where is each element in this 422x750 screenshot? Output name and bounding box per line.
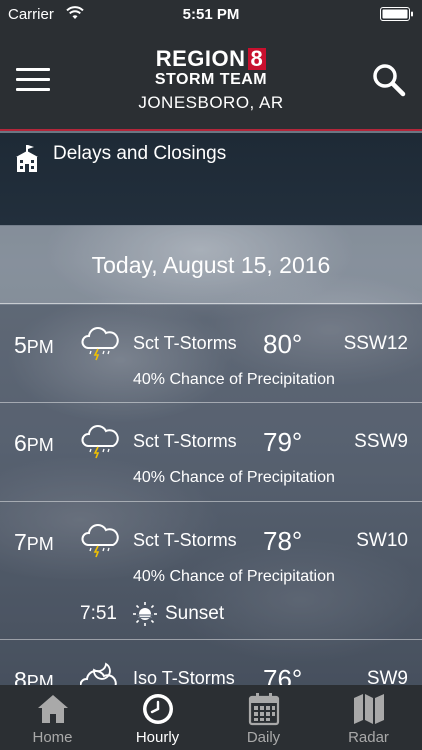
wind-value: SSW12: [343, 333, 408, 354]
tab-hourly[interactable]: Hourly: [105, 685, 210, 750]
precipitation-chance: 40% Chance of Precipitation: [133, 371, 335, 388]
hour-label: 5PM: [14, 332, 54, 358]
temperature-value: 80°: [263, 329, 303, 359]
search-icon[interactable]: [372, 63, 406, 97]
temperature-value: 78°: [263, 526, 303, 556]
region8-logo: REGION 8 STORM TEAM: [0, 48, 422, 89]
condition-label: Sct T-Storms: [133, 431, 237, 451]
hour-label: 7PM: [14, 529, 54, 555]
logo-number: 8: [247, 48, 267, 70]
hourly-list: 5PM Sct T-Storms 80° SSW12 40% Chance of…: [0, 305, 422, 700]
delays-label: Delays and Closings: [53, 143, 227, 164]
tab-home-label: Home: [32, 729, 73, 746]
tab-radar-label: Radar: [348, 729, 389, 746]
delays-and-closings-banner[interactable]: Delays and Closings: [0, 133, 422, 225]
wind-value: SSW9: [354, 431, 408, 452]
thunderstorm-cloud-icon: [81, 327, 119, 361]
hourly-row[interactable]: 7PM Sct T-Storms 78° SW10 40% Chance of …: [0, 502, 422, 640]
tab-bar: Home Hourly Daily Radar: [0, 685, 422, 750]
calendar-icon: [248, 693, 280, 726]
tab-hourly-label: Hourly: [135, 729, 180, 746]
condition-label: Sct T-Storms: [133, 530, 237, 550]
sunset-label: Sunset: [165, 603, 225, 624]
clock-icon: [143, 694, 173, 724]
date-header: Today, August 15, 2016: [0, 226, 422, 304]
school-icon: [16, 145, 38, 172]
hourly-row[interactable]: 6PM Sct T-Storms 79° SSW9 40% Chance of …: [0, 403, 422, 502]
tab-daily[interactable]: Daily: [211, 685, 316, 750]
sunset-time: 7:51: [80, 603, 117, 624]
logo-region-text: REGION: [155, 46, 246, 71]
battery-icon: [380, 7, 413, 21]
precipitation-chance: 40% Chance of Precipitation: [133, 568, 335, 585]
precipitation-chance: 40% Chance of Precipitation: [133, 469, 335, 486]
status-bar: Carrier 5:51 PM: [0, 0, 422, 30]
tab-daily-label: Daily: [246, 729, 281, 746]
wind-value: SW10: [356, 530, 408, 551]
sunset-icon: [133, 602, 157, 626]
hourly-row[interactable]: 5PM Sct T-Storms 80° SSW12 40% Chance of…: [0, 305, 422, 403]
logo-subtitle: STORM TEAM: [154, 71, 268, 88]
thunderstorm-cloud-icon: [81, 524, 119, 558]
app-header: REGION 8 STORM TEAM JONESBORO, AR: [0, 30, 422, 131]
temperature-value: 79°: [263, 427, 303, 457]
tab-home[interactable]: Home: [0, 685, 105, 750]
map-icon: [354, 694, 384, 724]
thunderstorm-cloud-icon: [81, 425, 119, 459]
location-label: JONESBORO, AR: [138, 93, 284, 112]
hour-label: 6PM: [14, 430, 54, 456]
condition-label: Sct T-Storms: [133, 333, 237, 353]
tab-radar[interactable]: Radar: [316, 685, 421, 750]
status-time: 5:51 PM: [182, 6, 240, 23]
home-icon: [38, 695, 68, 723]
